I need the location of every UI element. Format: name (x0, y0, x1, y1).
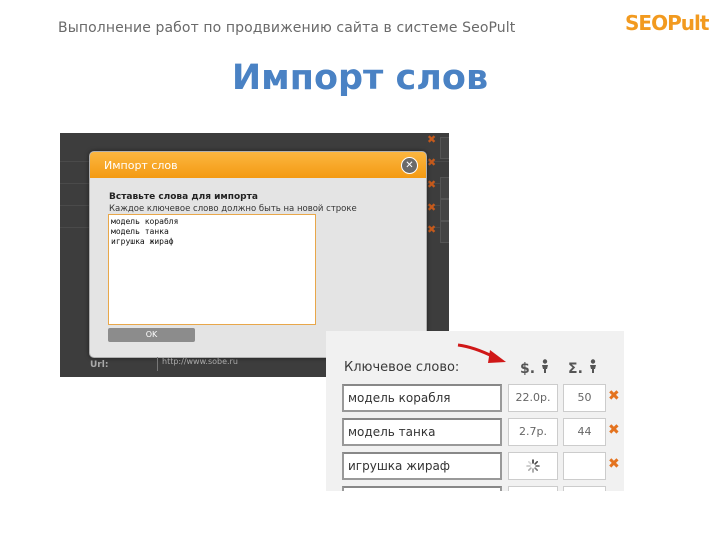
bg-cell (440, 137, 449, 159)
bg-delete-icon: ✖ (427, 156, 437, 169)
count-cell: 44 (563, 418, 606, 446)
bg-cell (440, 177, 449, 199)
price-cell: 22.0р. (508, 384, 558, 412)
page-title: Импорт слов (231, 58, 489, 98)
keyword-row: модель корабля 22.0р. 50 ✖ (342, 384, 622, 412)
keyword-input[interactable]: модель танка (342, 418, 502, 446)
person-icon (589, 359, 596, 373)
bg-delete-icon: ✖ (427, 178, 437, 191)
modal-dialog: Импорт слов ✕ Вставьте слова для импорта… (89, 151, 427, 358)
bg-delete-icon: ✖ (427, 133, 437, 146)
delete-x-icon[interactable]: ✖ (608, 389, 621, 403)
delete-x-icon[interactable]: ✖ (608, 457, 621, 471)
price-cell: 2.7р. (508, 418, 558, 446)
keyword-row (342, 486, 622, 491)
keyword-input[interactable]: модель корабля (342, 384, 502, 412)
modal-title: Импорт слов (104, 158, 178, 172)
price-header: $. (520, 359, 550, 377)
import-textarea[interactable]: модель корабля модель танка игрушка жира… (108, 214, 316, 325)
textarea-line: модель танка (111, 227, 169, 236)
price-cell (508, 452, 558, 480)
slide-subtitle: Выполнение работ по продвижению сайта в … (58, 20, 516, 36)
count-header: Σ. (568, 359, 598, 377)
textarea-line: игрушка жираф (111, 237, 174, 246)
import-hint: Каждое ключевое слово должно быть на нов… (109, 204, 357, 214)
bg-cell (440, 221, 449, 243)
loading-spinner-icon (526, 459, 540, 473)
delete-x-icon[interactable]: ✖ (608, 423, 621, 437)
keyword-input[interactable]: игрушка жираф (342, 452, 502, 480)
ok-button[interactable]: OK (108, 328, 195, 342)
close-icon[interactable]: ✕ (401, 157, 418, 174)
url-field[interactable]: http://www.sobe.ru (157, 357, 282, 371)
modal-titlebar: Импорт слов ✕ (90, 152, 426, 178)
seopult-logo-text: SEOPult (625, 11, 709, 35)
count-cell (563, 486, 606, 491)
keyword-row: модель танка 2.7р. 44 ✖ (342, 418, 622, 446)
red-arrow-icon (457, 343, 506, 363)
price-cell (508, 486, 558, 491)
textarea-line: модель корабля (111, 217, 179, 226)
keyword-panel: Ключевое слово: $. Σ. модель корабля 22.… (326, 331, 624, 491)
seopult-logo[interactable]: SEOPult (625, 10, 709, 36)
bg-delete-icon: ✖ (427, 201, 437, 214)
import-label: Вставьте слова для импорта (109, 192, 258, 202)
keyword-row: игрушка жираф ✖ (342, 452, 622, 480)
keyword-input[interactable] (342, 486, 502, 491)
count-cell (563, 452, 606, 480)
bg-delete-icon: ✖ (427, 223, 437, 236)
person-icon (541, 359, 548, 373)
bg-cell (440, 199, 449, 221)
count-cell: 50 (563, 384, 606, 412)
url-label: Url: (90, 360, 109, 370)
keyword-label: Ключевое слово: (344, 360, 460, 375)
